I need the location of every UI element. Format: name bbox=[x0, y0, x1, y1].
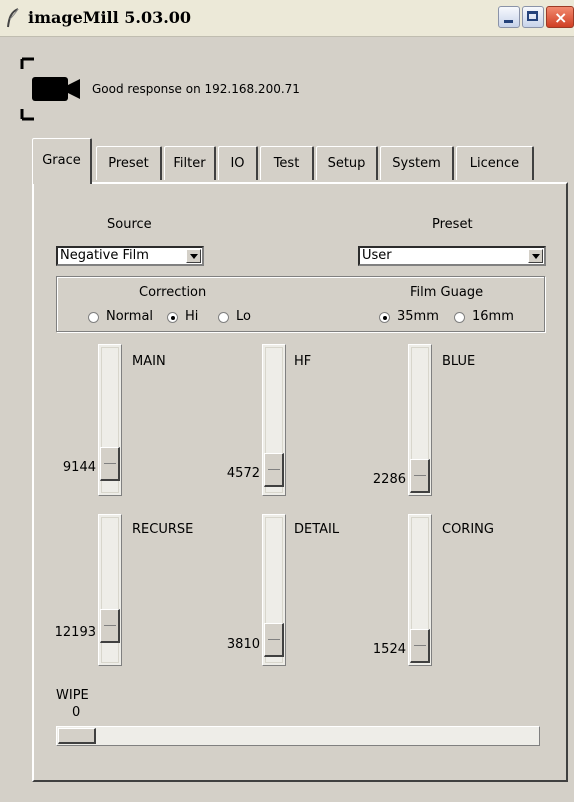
chevron-down-icon[interactable] bbox=[186, 249, 201, 263]
coring-value: 1524 bbox=[372, 642, 406, 657]
main-slider[interactable] bbox=[98, 344, 122, 496]
recurse-slider[interactable] bbox=[98, 514, 122, 666]
camera-icon bbox=[20, 57, 80, 121]
hf-value: 4572 bbox=[226, 466, 260, 481]
blue-label: BLUE bbox=[442, 354, 476, 369]
correction-normal-label: Normal bbox=[106, 309, 154, 324]
correction-normal-radio[interactable] bbox=[88, 312, 99, 323]
wipe-slider-thumb[interactable] bbox=[58, 728, 96, 744]
wipe-value: 0 bbox=[72, 705, 81, 720]
film-35mm-label: 35mm bbox=[397, 309, 439, 324]
film-16mm-radio[interactable] bbox=[454, 312, 465, 323]
main-value: 9144 bbox=[62, 460, 96, 475]
coring-label: CORING bbox=[442, 522, 494, 537]
wipe-slider[interactable] bbox=[56, 726, 540, 746]
correction-hi-radio[interactable] bbox=[167, 312, 178, 323]
hf-label: HF bbox=[294, 354, 312, 369]
blue-slider[interactable] bbox=[408, 344, 432, 496]
minimize-button[interactable] bbox=[498, 6, 520, 28]
tab-system[interactable]: System bbox=[380, 146, 454, 180]
correction-lo-label: Lo bbox=[236, 309, 251, 324]
hf-slider[interactable] bbox=[262, 344, 286, 496]
source-label: Source bbox=[107, 217, 152, 232]
correction-hi-label: Hi bbox=[185, 309, 199, 324]
detail-slider-thumb[interactable] bbox=[264, 623, 284, 657]
status-message: Good response on 192.168.200.71 bbox=[92, 82, 300, 96]
film-16mm-label: 16mm bbox=[472, 309, 514, 324]
hf-slider-thumb[interactable] bbox=[264, 453, 284, 487]
tab-filter[interactable]: Filter bbox=[164, 146, 216, 180]
coring-slider-thumb[interactable] bbox=[410, 629, 430, 663]
preset-label: Preset bbox=[432, 217, 473, 232]
coring-slider[interactable] bbox=[408, 514, 432, 666]
recurse-slider-thumb[interactable] bbox=[100, 609, 120, 643]
recurse-value: 12193 bbox=[54, 625, 96, 640]
detail-value: 3810 bbox=[226, 637, 260, 652]
source-value: Negative Film bbox=[60, 248, 149, 263]
main-slider-thumb[interactable] bbox=[100, 447, 120, 481]
correction-lo-radio[interactable] bbox=[218, 312, 229, 323]
source-select[interactable]: Negative Film bbox=[56, 246, 204, 266]
film-guage-title: Film Guage bbox=[410, 285, 484, 300]
main-label: MAIN bbox=[132, 354, 166, 369]
correction-title: Correction bbox=[139, 285, 207, 300]
maximize-button[interactable] bbox=[522, 6, 544, 28]
feather-icon bbox=[7, 8, 19, 28]
close-icon: × bbox=[554, 8, 568, 27]
title-bar: imageMill 5.03.00 × bbox=[0, 0, 574, 37]
blue-value: 2286 bbox=[372, 472, 406, 487]
preset-select[interactable]: User bbox=[358, 246, 546, 266]
tab-licence[interactable]: Licence bbox=[456, 146, 534, 180]
chevron-down-icon[interactable] bbox=[528, 249, 543, 263]
tab-test[interactable]: Test bbox=[260, 146, 314, 180]
tab-grace[interactable]: Grace bbox=[32, 138, 92, 184]
wipe-label: WIPE bbox=[56, 688, 89, 703]
close-button[interactable]: × bbox=[546, 6, 574, 28]
preset-value: User bbox=[362, 248, 392, 263]
film-35mm-radio[interactable] bbox=[379, 312, 390, 323]
tab-setup[interactable]: Setup bbox=[316, 146, 378, 180]
detail-label: DETAIL bbox=[294, 522, 340, 537]
tab-preset[interactable]: Preset bbox=[96, 146, 162, 180]
tab-io[interactable]: IO bbox=[218, 146, 258, 180]
recurse-label: RECURSE bbox=[132, 522, 194, 537]
detail-slider[interactable] bbox=[262, 514, 286, 666]
window-title: imageMill 5.03.00 bbox=[28, 8, 192, 27]
blue-slider-thumb[interactable] bbox=[410, 459, 430, 493]
